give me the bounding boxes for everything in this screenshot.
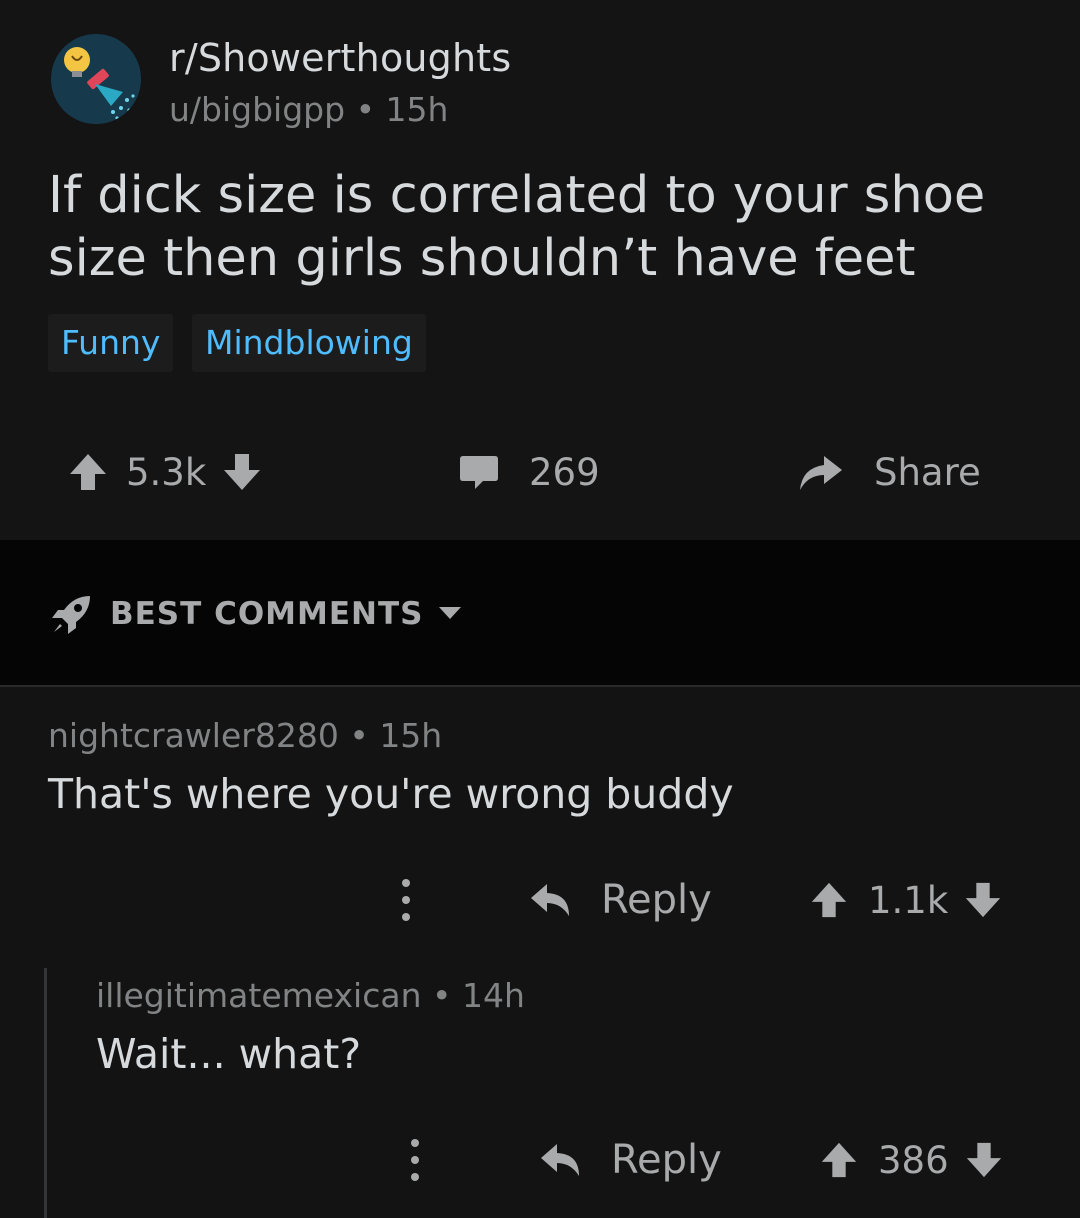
caret-down-icon [439, 607, 462, 619]
comment-meta: illegitimatemexican • 14h [96, 976, 525, 1015]
reply-button[interactable]: Reply [529, 865, 712, 935]
arrow-up-icon [70, 454, 106, 490]
comment-action-bar: Reply 1.1k [0, 865, 1080, 935]
sort-label: BEST COMMENTS [110, 596, 424, 632]
comment-age: 14h [461, 976, 525, 1015]
comment-score: 386 [878, 1138, 949, 1182]
meta-separator: • [355, 90, 376, 129]
arrow-down-icon [966, 882, 1001, 918]
comment-sort-button[interactable]: BEST COMMENTS [50, 592, 462, 636]
reply-arrow-icon [541, 1144, 579, 1176]
subreddit-name[interactable]: r/Showerthoughts [169, 36, 511, 80]
rocket-icon [52, 596, 90, 634]
post-score: 5.3k [126, 450, 207, 494]
comment-body: Wait... what? [96, 1030, 362, 1078]
upvote-button[interactable] [808, 879, 850, 921]
post-title[interactable]: If dick size is correlated to your shoe … [48, 164, 1038, 290]
post-meta: u/bigbigpp • 15h [169, 90, 448, 129]
post-author[interactable]: u/bigbigpp [169, 90, 345, 129]
comment-author[interactable]: illegitimatemexican [96, 976, 422, 1015]
downvote-button[interactable] [220, 450, 264, 494]
upvote-button[interactable] [818, 1139, 860, 1181]
share-arrow-icon [800, 456, 842, 490]
meta-separator: • [432, 976, 452, 1015]
more-options-button[interactable] [396, 877, 416, 923]
comment-vote-group: 1.1k [808, 865, 1004, 935]
post-comments-button[interactable]: 269 [457, 432, 600, 512]
comment-bubble-icon [460, 456, 498, 489]
post-age: 15h [385, 90, 449, 129]
comment-author[interactable]: nightcrawler8280 [48, 716, 339, 755]
post-share-button[interactable]: Share [796, 432, 981, 512]
comment-body: That's where you're wrong buddy [48, 770, 734, 818]
reddit-post-page: r/Showerthoughts u/bigbigpp • 15h If dic… [0, 0, 1080, 1218]
comment-age: 15h [379, 716, 443, 755]
arrow-up-icon [821, 1142, 857, 1178]
downvote-button[interactable] [962, 879, 1004, 921]
flair-funny[interactable]: Funny [48, 314, 174, 372]
post-share-label: Share [874, 450, 981, 494]
reply-label: Reply [601, 877, 712, 923]
downvote-button[interactable] [963, 1139, 1005, 1181]
reply-button[interactable]: Reply [539, 1125, 722, 1195]
arrow-down-icon [224, 454, 261, 490]
post-comment-count: 269 [529, 450, 600, 494]
post-action-bar: 5.3k 269 Share [0, 432, 1080, 512]
flair-mindblowing[interactable]: Mindblowing [192, 314, 426, 372]
meta-separator: • [349, 716, 369, 755]
reply-arrow-icon [531, 884, 569, 916]
comment-vote-group: 386 [818, 1125, 1005, 1195]
reply-label: Reply [611, 1137, 722, 1183]
arrow-down-icon [966, 1142, 1001, 1178]
comment-sort-bar: BEST COMMENTS [0, 540, 1080, 687]
shower-lightbulb-icon [51, 34, 141, 124]
post-vote-group: 5.3k [66, 432, 264, 512]
comment-meta: nightcrawler8280 • 15h [48, 716, 442, 755]
subreddit-avatar[interactable] [51, 34, 141, 124]
vertical-dots-icon [402, 879, 410, 921]
comment-action-bar: Reply 386 [0, 1125, 1080, 1195]
upvote-button[interactable] [66, 450, 110, 494]
vertical-dots-icon [411, 1139, 419, 1181]
more-options-button[interactable] [405, 1137, 425, 1183]
comment-score: 1.1k [868, 878, 949, 922]
post-card: r/Showerthoughts u/bigbigpp • 15h If dic… [0, 0, 1080, 540]
arrow-up-icon [811, 882, 847, 918]
